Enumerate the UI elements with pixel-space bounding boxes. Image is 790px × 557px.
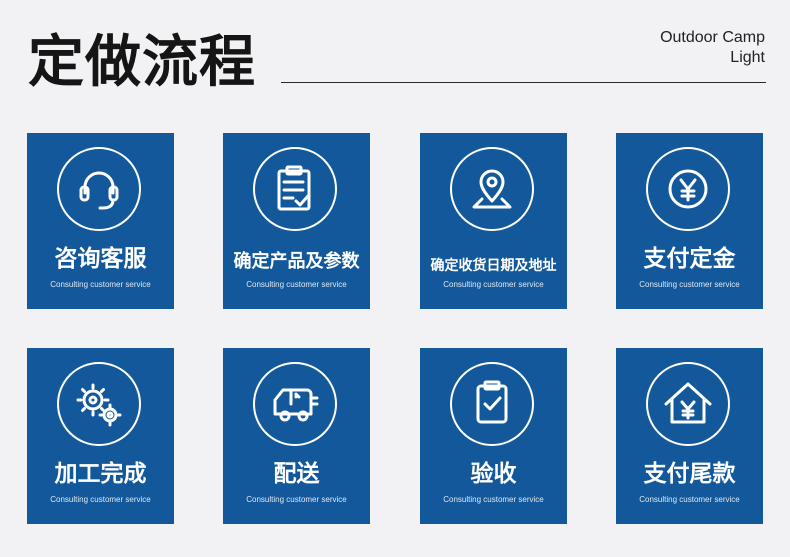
step-subtitle: Consulting customer service <box>639 280 740 289</box>
step-title: 配送 <box>273 461 320 487</box>
step-card-inspection: 验收 Consulting customer service <box>420 348 567 524</box>
step-subtitle: Consulting customer service <box>50 495 151 504</box>
yen-house-icon <box>646 362 730 446</box>
step-card-processing: 加工完成 Consulting customer service <box>27 348 174 524</box>
gears-icon <box>57 362 141 446</box>
header-divider <box>281 82 766 83</box>
step-card-confirm-product: 确定产品及参数 Consulting customer service <box>223 133 370 309</box>
step-title: 支付尾款 <box>643 461 736 487</box>
headset-icon <box>57 147 141 231</box>
delivery-truck-icon <box>253 362 337 446</box>
clipboard-check-icon <box>450 362 534 446</box>
step-card-consult: 咨询客服 Consulting customer service <box>27 133 174 309</box>
step-title: 确定产品及参数 <box>233 251 360 272</box>
step-subtitle: Consulting customer service <box>50 280 151 289</box>
step-subtitle: Consulting customer service <box>246 280 347 289</box>
step-card-final-payment: 支付尾款 Consulting customer service <box>616 348 763 524</box>
step-card-confirm-delivery: 确定收货日期及地址 Consulting customer service <box>420 133 567 309</box>
yen-coin-icon <box>646 147 730 231</box>
step-title: 加工完成 <box>54 461 147 487</box>
step-title: 支付定金 <box>643 246 736 272</box>
clipboard-list-icon <box>253 147 337 231</box>
step-subtitle: Consulting customer service <box>443 280 544 289</box>
map-pin-icon <box>450 147 534 231</box>
step-card-deposit: 支付定金 Consulting customer service <box>616 133 763 309</box>
header-subtitle: Outdoor Camp Light <box>660 28 765 68</box>
subtitle-line-2: Light <box>730 49 765 66</box>
page-title: 定做流程 <box>28 30 256 95</box>
step-subtitle: Consulting customer service <box>246 495 347 504</box>
subtitle-line-1: Outdoor Camp <box>660 29 765 46</box>
step-title: 验收 <box>470 461 517 487</box>
step-title: 咨询客服 <box>54 246 147 272</box>
step-title: 确定收货日期及地址 <box>430 258 557 274</box>
step-subtitle: Consulting customer service <box>443 495 544 504</box>
step-subtitle: Consulting customer service <box>639 495 740 504</box>
step-card-delivery: 配送 Consulting customer service <box>223 348 370 524</box>
